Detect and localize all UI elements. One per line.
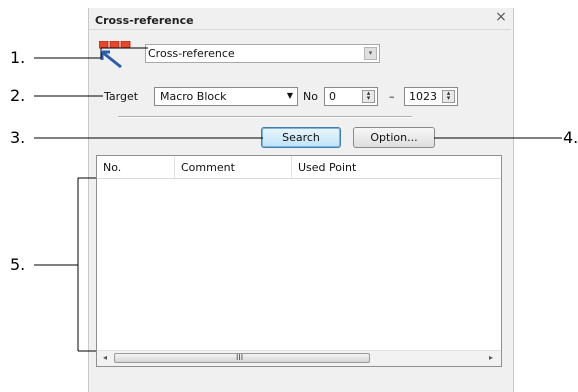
- callout-4: 4.: [563, 128, 578, 147]
- callout-5: 5.: [10, 255, 26, 274]
- callout-3: 3.: [10, 128, 26, 147]
- callout-2: 2.: [10, 86, 26, 105]
- callout-lines: [34, 47, 562, 352]
- callout-1: 1.: [10, 48, 26, 67]
